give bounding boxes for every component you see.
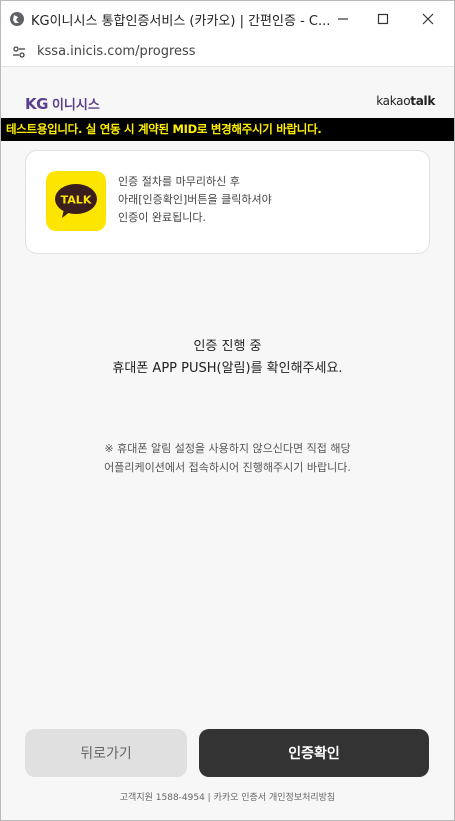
window-title: KG이니시스 통합인증서비스 (카카오) | 간편인증 - C... <box>31 13 331 29</box>
title-bar: KG이니시스 통합인증서비스 (카카오) | 간편인증 - C... <box>1 1 454 37</box>
talk-logo-text: talk <box>410 94 435 108</box>
kakaotalk-icon: TALK <box>46 171 106 231</box>
browser-window: KG이니시스 통합인증서비스 (카카오) | 간편인증 - C... kssa.… <box>0 0 455 821</box>
notice-line: 어플리케이션에서 접속하시어 진행해주시기 바랍니다. <box>104 461 351 474</box>
kg-logo-text: KG <box>25 95 48 113</box>
kakaotalk-logo: kakaotalk <box>376 94 435 108</box>
url-text[interactable]: kssa.inicis.com/progress <box>37 44 196 59</box>
info-line: 아래[인증확인]버튼을 클릭하셔야 <box>118 193 272 206</box>
page-header: KG 이니시스 kakaotalk <box>1 68 454 118</box>
confirm-auth-button[interactable]: 인증확인 <box>199 729 429 777</box>
address-bar[interactable]: kssa.inicis.com/progress <box>1 37 454 67</box>
notice-text: ※ 휴대폰 알림 설정을 사용하지 않으신다면 직접 해당 어플리케이션에서 접… <box>1 439 454 477</box>
info-line: 인증 절차를 마무리하신 후 <box>118 175 240 188</box>
kg-inicis-logo: KG 이니시스 <box>25 94 100 113</box>
info-line: 인증이 완료됩니다. <box>118 211 206 224</box>
info-card: TALK 인증 절차를 마무리하신 후 아래[인증확인]버튼을 클릭하셔야 인증… <box>25 150 430 254</box>
progress-subtitle: 휴대폰 APP PUSH(알림)를 확인해주세요. <box>112 361 343 376</box>
maximize-button[interactable] <box>361 1 405 37</box>
notice-line: ※ 휴대폰 알림 설정을 사용하지 않으신다면 직접 해당 <box>104 442 351 455</box>
test-mode-banner: 테스트용입니다. 실 연동 시 계약된 MID로 변경해주시기 바랍니다. <box>1 118 454 141</box>
footer-support-text[interactable]: 고객지원 1588-4954 | 카카오 인증서 개인정보처리방침 <box>1 790 454 803</box>
back-button[interactable]: 뒤로가기 <box>25 729 187 777</box>
info-text: 인증 절차를 마무리하신 후 아래[인증확인]버튼을 클릭하셔야 인증이 완료됩… <box>118 173 272 227</box>
progress-title: 인증 진행 중 <box>193 339 262 354</box>
kakao-logo-text: kakao <box>376 94 411 108</box>
inicis-logo-text: 이니시스 <box>51 98 100 113</box>
minimize-button[interactable] <box>321 1 365 37</box>
globe-icon <box>9 11 25 27</box>
site-settings-icon[interactable] <box>9 42 29 62</box>
close-button[interactable] <box>406 1 450 37</box>
talk-icon-label: TALK <box>61 194 92 207</box>
